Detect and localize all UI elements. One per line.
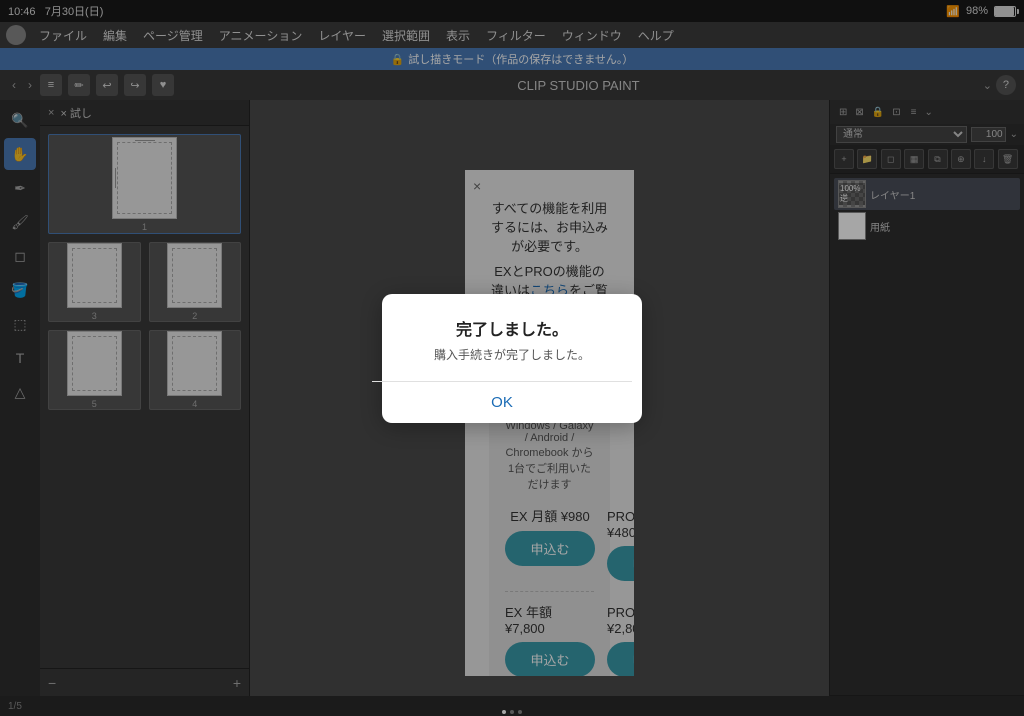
- completion-dialog: 完了しました。 購入手続きが完了しました。 OK: [382, 294, 642, 423]
- dialog-actions: OK: [372, 382, 632, 423]
- dialog-overlay: 完了しました。 購入手続きが完了しました。 OK: [0, 0, 1024, 716]
- dialog-body: 購入手続きが完了しました。: [434, 346, 590, 363]
- dialog-ok-btn[interactable]: OK: [372, 382, 632, 423]
- dialog-title: 完了しました。: [456, 316, 568, 340]
